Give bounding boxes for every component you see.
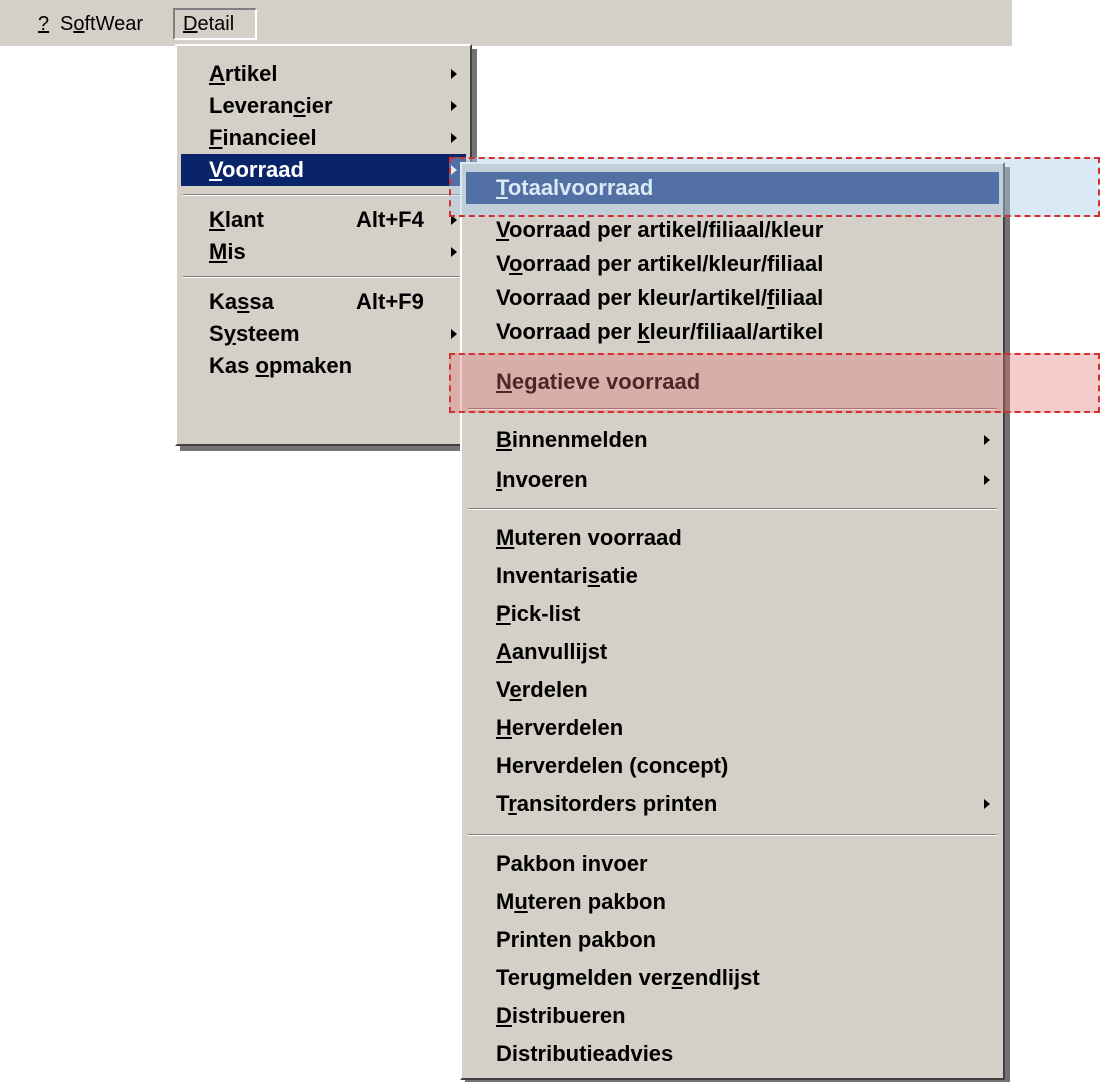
- mnemonic: o: [73, 13, 85, 35]
- menu-item-label: Binnenmelden: [496, 427, 648, 452]
- menu-item-label: Klant: [209, 207, 265, 232]
- menu-item-pakbon-invoer[interactable]: Pakbon invoer: [466, 848, 999, 880]
- menu-separator: [183, 276, 464, 278]
- menu-item-kas-opmaken[interactable]: Kas opmaken: [181, 350, 466, 382]
- menu-item-label: Herverdelen: [496, 715, 624, 740]
- menu-item-muteren-pakbon[interactable]: Muteren pakbon: [466, 886, 999, 918]
- menu-separator: [183, 194, 464, 196]
- menu-item-voorraad-per-kleur-artikel-filiaal[interactable]: Voorraad per kleur/artikel/filiaal: [466, 282, 999, 314]
- menu-item-label: Inventarisatie: [496, 563, 638, 588]
- menu-item-label: Systeem: [209, 321, 300, 346]
- highlight-negatieve-voorraad: [449, 353, 1100, 413]
- submenu-arrow-icon: [984, 475, 990, 485]
- menu-item-financieel[interactable]: Financieel: [181, 122, 466, 154]
- menu-item-label: Distributieadvies: [496, 1041, 674, 1066]
- menu-item-label: Muteren pakbon: [496, 889, 666, 914]
- menu-item-label: Printen pakbon: [496, 927, 657, 952]
- menu-item-label: Pakbon invoer: [496, 851, 648, 876]
- menu-item-herverdelen-concept[interactable]: Herverdelen (concept): [466, 750, 999, 782]
- menubar-softwear[interactable]: SoftWear: [52, 8, 151, 40]
- menu-item-label: Invoeren: [496, 467, 588, 492]
- submenu-arrow-icon: [451, 101, 457, 111]
- menu-item-klant[interactable]: Klant Alt+F4: [181, 204, 466, 236]
- menu-item-terugmelden-verzendlijst[interactable]: Terugmelden verzendlijst: [466, 962, 999, 994]
- menu-item-label: Verdelen: [496, 677, 588, 702]
- label-rest: ftWear: [84, 13, 144, 35]
- menu-item-label: Transitorders printen: [496, 791, 718, 816]
- detail-menu: Artikel Leverancier Financieel Voorraad …: [175, 44, 472, 446]
- menu-item-mis[interactable]: Mis: [181, 236, 466, 268]
- menu-item-shortcut: Alt+F4: [356, 207, 424, 232]
- menu-item-leverancier[interactable]: Leverancier: [181, 90, 466, 122]
- menu-item-label: Distribueren: [496, 1003, 626, 1028]
- menu-item-label: Terugmelden verzendlijst: [496, 965, 760, 990]
- menu-item-label: Voorraad per kleur/artikel/filiaal: [496, 285, 824, 310]
- menu-item-voorraad[interactable]: Voorraad: [181, 154, 466, 186]
- menu-item-label: Voorraad per kleur/filiaal/artikel: [496, 319, 824, 344]
- menu-item-printen-pakbon[interactable]: Printen pakbon: [466, 924, 999, 956]
- submenu-arrow-icon: [984, 799, 990, 809]
- submenu-arrow-icon: [451, 329, 457, 339]
- menu-item-pick-list[interactable]: Pick-list: [466, 598, 999, 630]
- menu-item-voorraad-per-artikel-filiaal-kleur[interactable]: Voorraad per artikel/filiaal/kleur: [466, 214, 999, 246]
- mnemonic: ?: [38, 13, 50, 35]
- mnemonic: D: [183, 13, 198, 35]
- menu-item-transitorders-printen[interactable]: Transitorders printen: [466, 788, 999, 820]
- menu-bar: ? SoftWear Detail: [0, 0, 1012, 46]
- menu-item-verdelen[interactable]: Verdelen: [466, 674, 999, 706]
- menu-item-label: Artikel: [209, 61, 278, 86]
- submenu-arrow-icon: [451, 133, 457, 143]
- menu-item-kassa[interactable]: Kassa Alt+F9: [181, 286, 466, 318]
- menu-item-label: Kassa: [209, 289, 274, 314]
- menu-item-herverdelen[interactable]: Herverdelen: [466, 712, 999, 744]
- menu-item-shortcut: Alt+F9: [356, 289, 424, 314]
- menu-item-label: Financieel: [209, 125, 317, 150]
- menu-item-muteren-voorraad[interactable]: Muteren voorraad: [466, 522, 999, 554]
- menu-item-label: Kas opmaken: [209, 353, 353, 378]
- menu-separator: [468, 508, 997, 510]
- menu-item-artikel[interactable]: Artikel: [181, 58, 466, 90]
- menu-item-binnenmelden[interactable]: Binnenmelden: [466, 424, 999, 456]
- menu-item-label: Voorraad per artikel/kleur/filiaal: [496, 251, 824, 276]
- submenu-arrow-icon: [451, 247, 457, 257]
- label-rest: etail: [197, 13, 235, 35]
- menu-separator: [468, 834, 997, 836]
- label-pre: S: [60, 13, 74, 35]
- menubar-detail[interactable]: Detail: [173, 8, 257, 40]
- menu-item-aanvullijst[interactable]: Aanvullijst: [466, 636, 999, 668]
- voorraad-submenu: Totaalvoorraad Voorraad per artikel/fili…: [460, 162, 1005, 1080]
- menu-item-voorraad-per-kleur-filiaal-artikel[interactable]: Voorraad per kleur/filiaal/artikel: [466, 316, 999, 348]
- submenu-arrow-icon: [451, 69, 457, 79]
- menu-item-label: Muteren voorraad: [496, 525, 682, 550]
- menu-item-label: Aanvullijst: [496, 639, 608, 664]
- submenu-arrow-icon: [984, 435, 990, 445]
- menu-item-label: Pick-list: [496, 601, 581, 626]
- menu-item-label: Mis: [209, 239, 246, 264]
- menu-item-label: Voorraad: [209, 157, 304, 182]
- menu-item-label: Voorraad per artikel/filiaal/kleur: [496, 217, 824, 242]
- menu-item-distribueren[interactable]: Distribueren: [466, 1000, 999, 1032]
- menu-item-systeem[interactable]: Systeem: [181, 318, 466, 350]
- menu-item-label: Leverancier: [209, 93, 333, 118]
- menu-item-distributieadvies[interactable]: Distributieadvies: [466, 1038, 999, 1070]
- menu-item-inventarisatie[interactable]: Inventarisatie: [466, 560, 999, 592]
- menu-item-label: Herverdelen (concept): [496, 753, 729, 778]
- menu-item-invoeren[interactable]: Invoeren: [466, 464, 999, 496]
- highlight-totaalvoorraad: [449, 157, 1100, 217]
- menu-item-voorraad-per-artikel-kleur-filiaal[interactable]: Voorraad per artikel/kleur/filiaal: [466, 248, 999, 280]
